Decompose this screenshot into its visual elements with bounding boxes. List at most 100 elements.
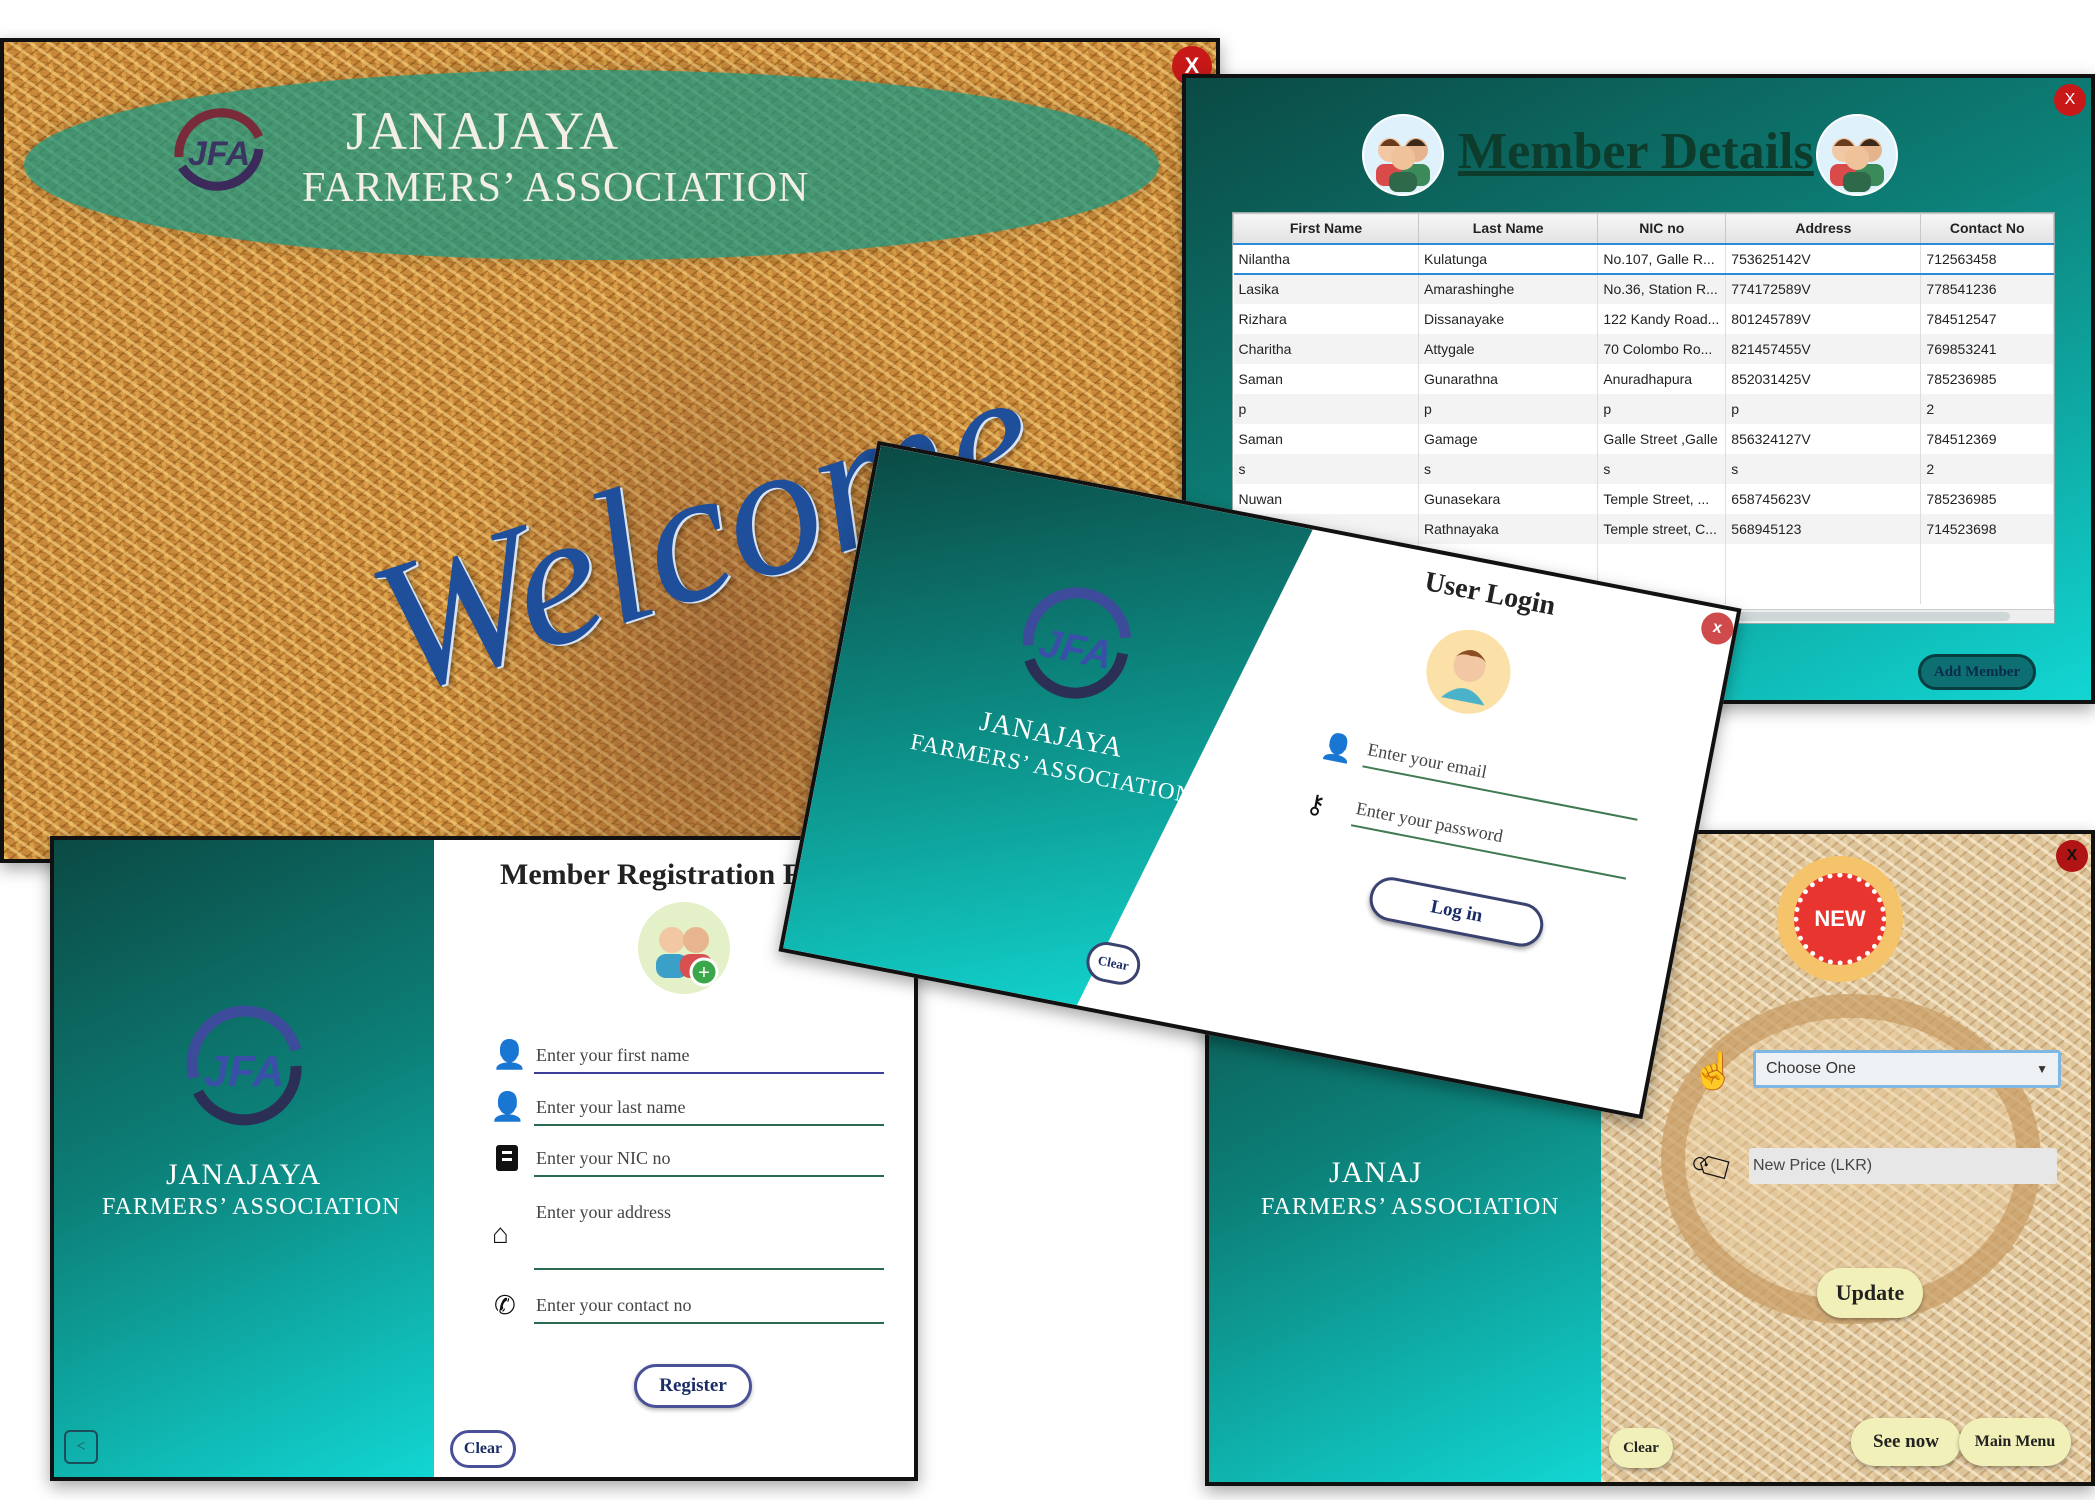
table-cell: 774172589V [1725, 273, 1922, 304]
home-icon: ⌂ [492, 1218, 509, 1249]
table-cell: Amarashinghe [1418, 273, 1599, 304]
user-avatar [1419, 622, 1518, 722]
table-cell: Saman [1233, 423, 1419, 454]
table-cell: p [1725, 393, 1922, 424]
table-cell: 852031425V [1725, 363, 1922, 394]
page-title: Member Details [1458, 123, 1814, 180]
table-row[interactable]: Saman Gamage Galle Street ,Galle 856324127V… [1233, 423, 2054, 454]
table-cell [1920, 543, 2054, 574]
table-cell: Dissanayake [1418, 303, 1599, 334]
new-badge-text: NEW [1814, 906, 1866, 931]
table-cell [1725, 543, 1922, 574]
column-header[interactable]: Address [1725, 213, 1922, 244]
member-details-close-button[interactable]: X [2054, 84, 2086, 116]
login-button[interactable]: Log in [1365, 873, 1548, 951]
column-header[interactable]: Last Name [1417, 213, 1599, 244]
contact-field[interactable]: Enter your contact no [534, 1290, 884, 1324]
table-cell: s [1418, 453, 1599, 484]
table-cell: 753625142V [1725, 242, 1922, 275]
brand-subtitle: FARMERS’ ASSOCIATION [102, 1194, 401, 1220]
table-cell: Nilantha [1233, 242, 1419, 275]
add-member-button[interactable]: Add Member [1918, 654, 2036, 690]
back-button[interactable]: < [64, 1430, 98, 1464]
table-cell: Kulatunga [1418, 242, 1599, 275]
table-row[interactable]: Rizhara Dissanayake 122 Kandy Road... 80124… [1233, 303, 2054, 334]
jfa-logo: JFA [174, 1000, 314, 1140]
product-select[interactable]: Choose One ▼ [1753, 1050, 2061, 1088]
table-cell: s [1725, 453, 1922, 484]
table-cell: 2 [1920, 453, 2054, 484]
first-name-field[interactable]: Enter your first name [534, 1040, 884, 1074]
table-header-row: First Name Last Name NIC no Address Cont… [1233, 213, 2054, 244]
brand-subtitle: FARMERS’ ASSOCIATION [1261, 1194, 1560, 1220]
table-cell: Rathnayaka [1418, 513, 1599, 544]
table-cell: Gamage [1418, 423, 1599, 454]
clear-button[interactable]: Clear [450, 1430, 516, 1468]
clear-button[interactable]: Clear [1609, 1428, 1673, 1468]
price-input[interactable]: New Price (LKR) [1749, 1148, 2057, 1184]
table-row[interactable]: Lasika Amarashinghe No.36, Station R... 774… [1233, 273, 2054, 304]
product-select-value: Choose One [1766, 1060, 1856, 1077]
table-cell: Charitha [1233, 333, 1419, 364]
table-cell: Galle Street ,Galle [1597, 423, 1727, 454]
user-icon: 👤 [490, 1091, 525, 1122]
table-row[interactable]: Nuwan Gunasekara Temple Street, ... 6587456… [1233, 483, 2054, 514]
main-menu-button[interactable]: Main Menu [1959, 1418, 2071, 1466]
key-icon: ⚷ [1303, 787, 1329, 821]
table-cell: p [1418, 393, 1599, 424]
table-cell: 122 Kandy Road... [1597, 303, 1727, 334]
user-icon: 👤 [1319, 729, 1357, 766]
table-cell: Temple street, C... [1597, 513, 1727, 544]
svg-text:+: + [698, 962, 710, 984]
nic-field[interactable]: Enter your NIC no [534, 1143, 884, 1177]
add-user-icon: + [638, 902, 730, 994]
table-cell: Lasika [1233, 273, 1419, 304]
table-cell: 568945123 [1725, 513, 1922, 544]
table-cell: 70 Colombo Ro... [1597, 333, 1727, 364]
new-badge-icon: NEW [1777, 856, 1903, 982]
id-card-icon [496, 1145, 518, 1171]
members-icon-right [1816, 114, 1898, 196]
table-cell [1725, 573, 1922, 604]
phone-icon: ✆ [494, 1290, 516, 1320]
column-header[interactable]: Contact No [1920, 213, 2054, 244]
table-cell: 2 [1920, 393, 2054, 424]
clear-button[interactable]: Clear [1082, 938, 1144, 989]
column-header[interactable]: First Name [1233, 213, 1419, 244]
login-title: User Login [1421, 566, 1558, 622]
update-button[interactable]: Update [1817, 1268, 1923, 1318]
table-cell: 821457455V [1725, 333, 1922, 364]
address-field[interactable]: Enter your address [534, 1198, 884, 1270]
table-cell: p [1233, 393, 1419, 424]
table-cell: 785236985 [1920, 483, 2054, 514]
column-header[interactable]: NIC no [1597, 213, 1727, 244]
table-cell [1597, 543, 1727, 574]
last-name-field[interactable]: Enter your last name [534, 1092, 884, 1126]
table-cell [1920, 573, 2054, 604]
price-close-button[interactable]: X [2056, 840, 2088, 872]
login-close-button[interactable]: x [1698, 609, 1737, 648]
members-icon [1362, 114, 1444, 196]
see-now-button[interactable]: See now [1851, 1418, 1961, 1466]
table-cell: p [1597, 393, 1727, 424]
register-button[interactable]: Register [634, 1364, 752, 1408]
logo-text: JFA [188, 135, 250, 173]
table-cell: 856324127V [1725, 423, 1922, 454]
table-cell: Rizhara [1233, 303, 1419, 334]
table-cell: 784512547 [1920, 303, 2054, 334]
table-row[interactable]: Nilantha Kulatunga No.107, Galle R... 75362… [1233, 242, 2054, 275]
table-cell: Saman [1233, 363, 1419, 394]
brand-subtitle: FARMERS’ ASSOCIATION [302, 165, 810, 211]
table-cell: s [1597, 453, 1727, 484]
jfa-logo: JFA [164, 97, 274, 207]
table-row[interactable]: ssss2 [1233, 453, 2054, 484]
table-row[interactable]: pppp2 [1233, 393, 2054, 424]
table-row[interactable]: Charitha Attygale 70 Colombo Ro... 82145745… [1233, 333, 2054, 364]
form-title: Member Registration Fo [500, 858, 817, 891]
table-cell: 784512369 [1920, 423, 2054, 454]
chevron-down-icon: ▼ [2036, 1062, 2048, 1076]
brand-title: JANAJAYA [346, 101, 620, 161]
table-row[interactable]: Saman Gunarathna Anuradhapura 852031425V 785… [1233, 363, 2054, 394]
table-cell: No.107, Galle R... [1597, 242, 1727, 275]
table-cell: Anuradhapura [1597, 363, 1727, 394]
